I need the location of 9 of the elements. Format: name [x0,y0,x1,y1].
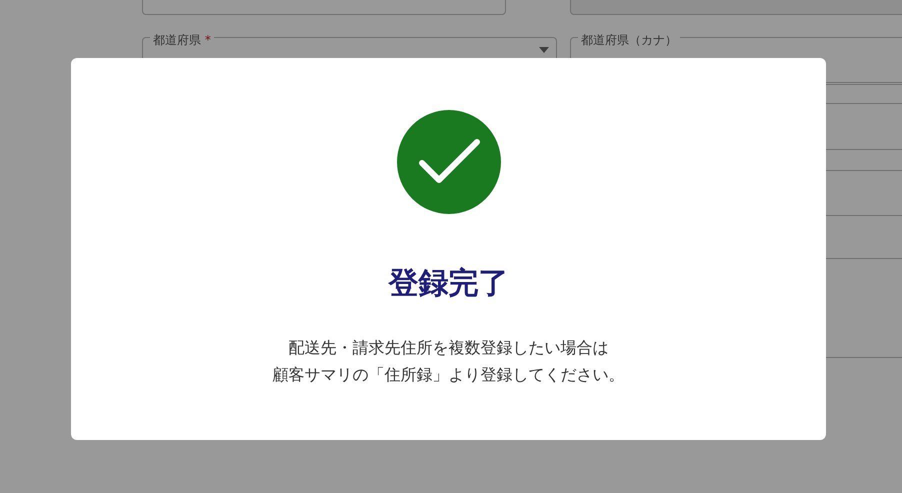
dialog-title: 登録完了 [388,266,508,302]
select-field[interactable]: 都道府県 * [142,29,557,85]
field-label: 都道府県 * [150,32,214,48]
dialog-message: 顧客サマリの「住所録」より登録してください。 [272,364,624,386]
dialog-message: 配送先・請求先住所を複数登録したい場合は [288,337,610,359]
caret-icon [539,47,549,53]
field-label: 都道府県（カナ） [578,32,680,48]
required-mark: * [204,33,211,47]
checkmark-icon [396,110,500,214]
